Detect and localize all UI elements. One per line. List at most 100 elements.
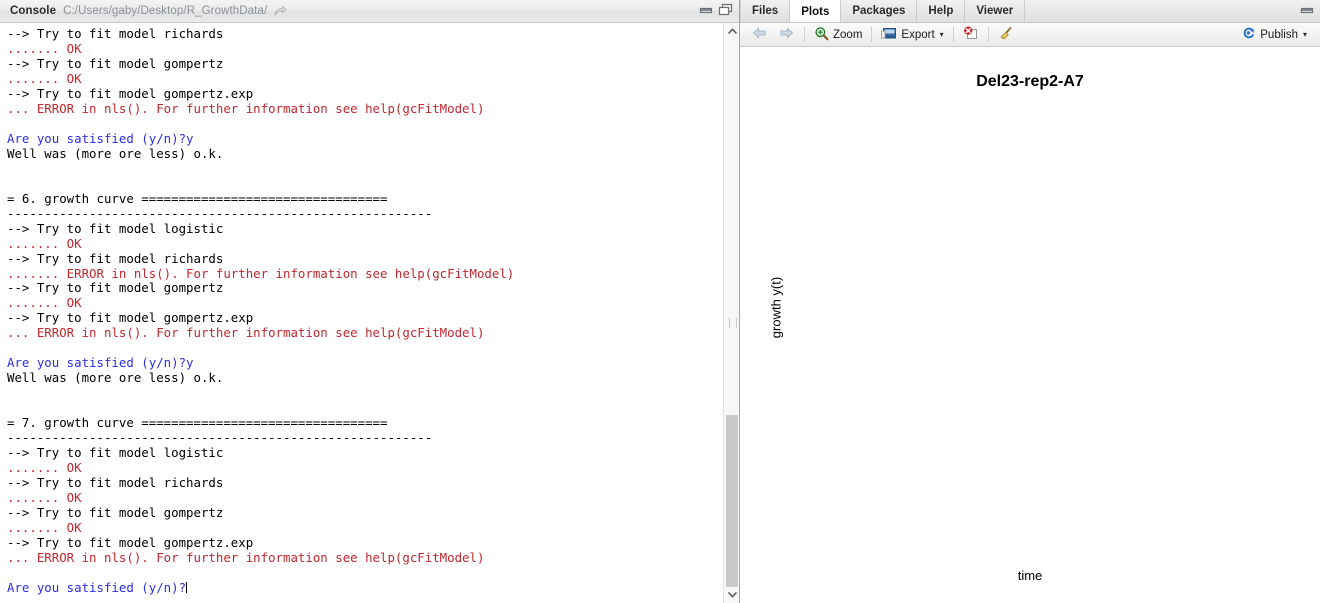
plot-canvas[interactable]: Del23-rep2-A7 growth y(t) time 020040060… xyxy=(740,48,1320,603)
console-text-run: ....... OK xyxy=(7,519,82,535)
console-text-run: Are you satisfied (y/n)?y xyxy=(7,130,194,146)
arrow-right-icon xyxy=(778,26,795,43)
export-image-icon xyxy=(881,26,897,43)
console-text-run: ....... OK xyxy=(7,460,82,476)
console-line: ... ERROR in nls(). For further informat… xyxy=(7,550,713,565)
console-text-run: Are you satisfied (y/n)? xyxy=(7,579,187,595)
publish-button-inner[interactable]: Publish ▾ xyxy=(1236,25,1312,45)
toolbar-separator xyxy=(987,27,989,42)
console-text-run: ----------------------------------------… xyxy=(7,205,433,221)
publish-icon xyxy=(1241,26,1256,43)
export-label: Export xyxy=(901,28,935,41)
maximize-icon[interactable] xyxy=(718,3,733,19)
console-text-run: ....... OK xyxy=(7,490,82,506)
console-line: Are you satisfied (y/n)? xyxy=(7,580,713,595)
console-text-run: Well was (more ore less) o.k. xyxy=(7,370,224,386)
console-line: ... ERROR in nls(). For further informat… xyxy=(7,101,713,116)
remove-plot-icon xyxy=(963,26,979,44)
console-line: Are you satisfied (y/n)?y xyxy=(7,355,713,370)
tab-help[interactable]: Help xyxy=(917,0,966,22)
back-button[interactable] xyxy=(746,25,773,45)
chevron-down-icon[interactable]: ▾ xyxy=(940,30,944,39)
tab-plots[interactable]: Plots xyxy=(790,0,842,22)
remove-plot-button[interactable] xyxy=(958,25,984,45)
console-line: Well was (more ore less) o.k. xyxy=(7,146,713,161)
console-line: ----------------------------------------… xyxy=(7,206,713,221)
console-text-run: --> Try to fit model richards xyxy=(7,250,224,266)
console-line: --> Try to fit model gompertz xyxy=(7,505,713,520)
magnifier-plus-icon xyxy=(814,26,829,44)
console-text-run: ----------------------------------------… xyxy=(7,430,433,446)
chevron-up-icon[interactable] xyxy=(724,23,740,39)
chevron-down-icon[interactable]: ▾ xyxy=(1303,30,1307,39)
zoom-button[interactable]: Zoom xyxy=(809,25,867,45)
console-text-run: Well was (more ore less) o.k. xyxy=(7,145,224,161)
console-line: --> Try to fit model logistic xyxy=(7,221,713,236)
chevron-down-icon[interactable] xyxy=(724,587,740,603)
forward-button[interactable] xyxy=(773,25,800,45)
console-line: ... ERROR in nls(). For further informat… xyxy=(7,325,713,340)
pane-tab-bar: Files Plots Packages Help Viewer xyxy=(740,0,1320,23)
console-text-run: --> Try to fit model gompertz xyxy=(7,505,224,520)
toolbar-separator xyxy=(804,27,805,42)
export-button[interactable]: Export ▾ xyxy=(876,25,948,45)
publish-button[interactable]: Publish ▾ xyxy=(1236,25,1312,45)
console-text-run: ....... OK xyxy=(7,295,82,311)
console-line: --> Try to fit model gompertz xyxy=(7,280,713,295)
console-scrollbar[interactable] xyxy=(723,23,739,603)
scrollbar-thumb[interactable] xyxy=(726,415,738,587)
console-line: --> Try to fit model gompertz.exp xyxy=(7,310,713,325)
console-text-run: --> Try to fit model gompertz.exp xyxy=(7,310,254,326)
tab-viewer[interactable]: Viewer xyxy=(965,0,1026,22)
console-pane: Console C:/Users/gaby/Desktop/R_GrowthDa… xyxy=(0,0,740,603)
console-text-run: --> Try to fit model gompertz.exp xyxy=(7,534,254,550)
minimize-icon[interactable] xyxy=(1300,4,1314,19)
console-line: --> Try to fit model richards xyxy=(7,251,713,266)
plots-pane: Files Plots Packages Help Viewer Zoom Ex… xyxy=(740,0,1320,603)
tab-packages[interactable]: Packages xyxy=(841,0,918,22)
clear-all-plots-button[interactable] xyxy=(993,25,1019,45)
tab-files[interactable]: Files xyxy=(740,0,791,22)
console-line: --> Try to fit model gompertz.exp xyxy=(7,86,713,101)
console-line: --> Try to fit model richards xyxy=(7,26,713,41)
console-working-directory[interactable]: C:/Users/gaby/Desktop/R_GrowthData/ xyxy=(63,5,267,17)
console-text-run: ....... ERROR in nls(). For further info… xyxy=(7,265,515,281)
console-text-run: --> Try to fit model richards xyxy=(7,475,224,491)
console-text-run: --> Try to fit model logistic xyxy=(7,445,224,461)
console-line: Are you satisfied (y/n)?y xyxy=(7,131,713,146)
console-text-run: ....... OK xyxy=(7,235,82,251)
console-line: ....... OK xyxy=(7,460,713,475)
share-arrow-icon[interactable] xyxy=(274,5,287,17)
console-line: Well was (more ore less) o.k. xyxy=(7,370,713,385)
publish-label: Publish xyxy=(1260,28,1298,41)
console-line: ----------------------------------------… xyxy=(7,430,713,445)
console-line: ....... OK xyxy=(7,490,713,505)
zoom-label: Zoom xyxy=(833,28,863,41)
console-line: ....... OK xyxy=(7,236,713,251)
rstudio-window: Console C:/Users/gaby/Desktop/R_GrowthDa… xyxy=(0,0,1320,603)
console-text-run: --> Try to fit model gompertz xyxy=(7,280,224,296)
plot-graphic: 02004006008001000120014000.10.20.30.40.5… xyxy=(740,48,1320,603)
console-text-run: ....... OK xyxy=(7,70,82,86)
console-output-area[interactable]: --> Try to fit model richards....... OK -… xyxy=(0,23,739,603)
console-line: ....... OK xyxy=(7,295,713,310)
console-text-run: --> Try to fit model logistic xyxy=(7,220,224,236)
toolbar-separator xyxy=(952,27,954,42)
console-text-run: Are you satisfied (y/n)?y xyxy=(7,355,194,371)
minimize-icon[interactable] xyxy=(699,4,713,19)
console-line: --> Try to fit model gompertz xyxy=(7,56,713,71)
console-text-run: = 7. growth curve ======================… xyxy=(7,415,388,431)
console-text-run: = 6. growth curve ======================… xyxy=(7,190,388,206)
console-line: = 7. growth curve ======================… xyxy=(7,415,713,430)
console-text-run: ... ERROR in nls(). For further informat… xyxy=(7,325,485,341)
text-caret xyxy=(186,581,188,593)
console-window-controls xyxy=(699,3,733,19)
arrow-left-icon xyxy=(751,26,768,43)
console-text-run: ... ERROR in nls(). For further informat… xyxy=(7,549,485,565)
console-text-run: --> Try to fit model richards xyxy=(7,26,224,41)
console-line: --> Try to fit model gompertz.exp xyxy=(7,535,713,550)
